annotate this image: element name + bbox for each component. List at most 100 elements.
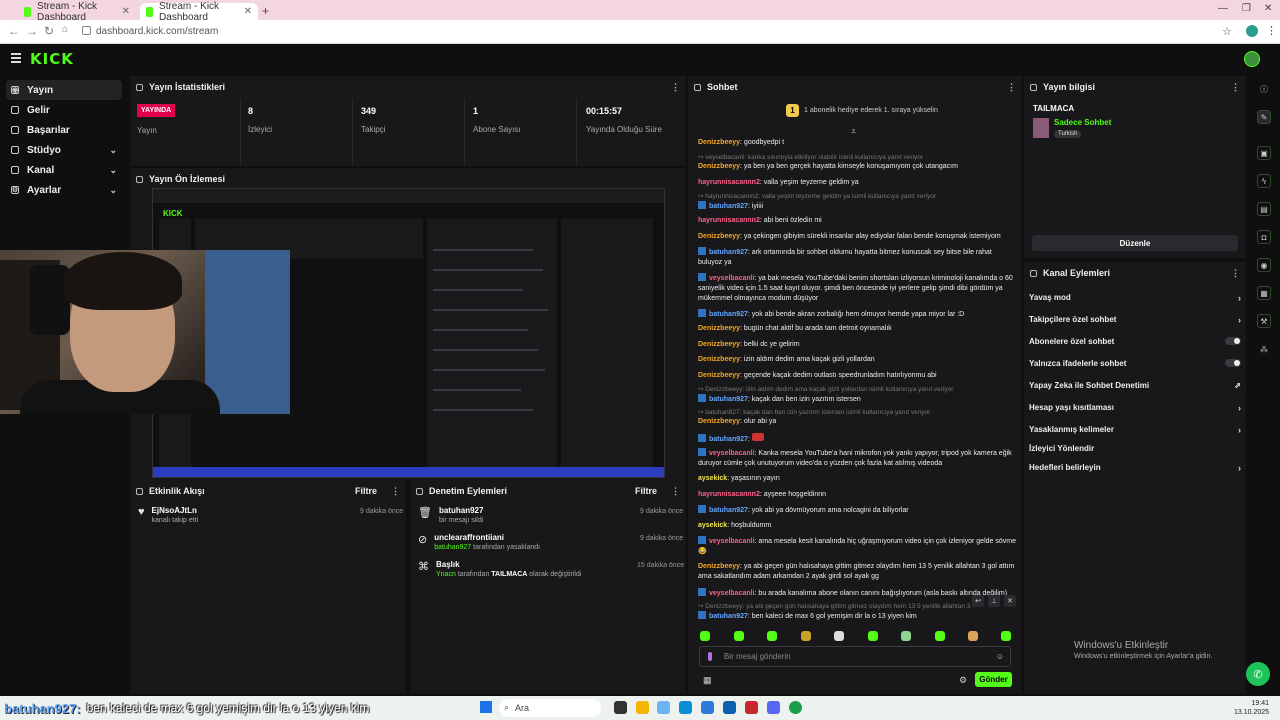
close-window-icon[interactable]: ✕ [1264,3,1272,14]
emote-icon[interactable] [834,631,844,641]
pin-collapse-icon[interactable]: ⩡ [851,126,856,137]
site-info-icon[interactable] [82,26,91,35]
taskbar-search[interactable]: ⌕ Ara [499,699,601,717]
hamburger-menu-icon[interactable] [11,53,21,63]
more-options-icon[interactable]: ⋮ [671,82,680,93]
more-options-icon[interactable]: ⋮ [1231,268,1240,279]
document-icon[interactable]: ▤ [1257,202,1271,216]
pin-icon[interactable]: ⊥ [988,595,1000,607]
sidebar-item-basarilar[interactable]: Başarılar [6,120,122,140]
reply-icon[interactable]: ↩ [972,595,984,607]
close-tab-icon[interactable]: ✕ [244,6,252,17]
more-options-icon[interactable]: ⋮ [1231,82,1240,93]
sidebar-item-studyo[interactable]: Stüdyo ⌄ [6,140,122,160]
home-icon[interactable]: ⌂ [62,24,68,35]
help-chat-button[interactable]: ✆ [1246,662,1270,686]
reload-icon[interactable]: ↻ [44,24,54,38]
kick-logo[interactable]: KICK [30,50,74,68]
emote-icon[interactable] [868,631,878,641]
broadcast-icon[interactable]: ◉ [1257,258,1271,272]
toggle-switch[interactable] [1225,337,1241,345]
chat-message-input[interactable]: Bir mesaj gönderin ☺ [699,646,1011,667]
store-icon[interactable] [701,701,714,714]
windows-start-icon[interactable] [480,701,492,713]
more-options-icon[interactable]: ⋮ [1007,82,1016,93]
moderation-user[interactable]: unclearaffrontiiani [434,533,540,542]
emote-icon[interactable] [700,631,710,641]
user-avatar[interactable] [1244,51,1260,67]
bookmark-star-icon[interactable]: ☆ [1222,25,1232,38]
moderation-user[interactable]: batuhan927 [439,506,483,515]
action-emote-only[interactable]: Yalnızca ifadelerle sohbet [1029,359,1241,368]
action-account-age[interactable]: Hesap yaşı kısıtlaması › [1029,403,1241,413]
chat-settings-icon[interactable]: ⚙ [959,675,967,686]
sidebar-item-yayin[interactable]: ◉ Yayın [6,80,122,100]
filter-button[interactable]: Filtre [355,486,377,496]
more-options-icon[interactable]: ⋮ [391,486,400,497]
send-button[interactable]: Gönder [975,672,1012,687]
maximize-icon[interactable]: ❐ [1242,3,1251,14]
info-icon[interactable]: ⓘ [1257,82,1271,96]
forward-icon[interactable]: → [26,24,38,38]
moderator-name[interactable]: Ynacn [436,571,456,578]
task-view-icon[interactable] [614,701,627,714]
back-icon[interactable]: ← [8,24,20,38]
edge-icon[interactable] [679,701,692,714]
browser-menu-icon[interactable]: ⋮ [1266,24,1277,37]
more-options-icon[interactable]: ⋮ [671,486,680,497]
browser-profile-avatar[interactable] [1246,25,1258,37]
store-icon[interactable]: ▦ [703,675,712,686]
event-user[interactable]: EjNsoAJtLn [152,506,199,515]
moderator-name[interactable]: batuhan927 [434,544,471,551]
emote-icon[interactable] [734,631,744,641]
sidebar-item-ayarlar[interactable]: ⚙ Ayarlar ⌄ [6,180,122,200]
emote-icon[interactable] [767,631,777,641]
action-goals[interactable]: Hedefleri belirleyin › [1029,463,1241,473]
address-bar[interactable]: dashboard.kick.com/stream [80,23,1230,40]
grid-icon[interactable]: ▦ [1257,286,1271,300]
emote-icon[interactable] [1001,631,1011,641]
wrench-icon[interactable]: ⚒ [1257,314,1271,328]
filter-button[interactable]: Filtre [635,486,657,496]
gift-banner[interactable]: 1 1 abonelik hediye ederek 1. sıraya yük… [786,104,938,117]
emote-icon[interactable] [801,631,811,641]
action-subscribers-only[interactable]: Abonelere özel sohbet [1029,337,1241,346]
emoji-icon[interactable]: ☺ [996,652,1004,661]
chat-message: batuhan927: ark ortamında bir sohbet old… [698,247,992,266]
rank-badge-icon: 1 [786,104,799,117]
action-ai-moderation[interactable]: Yapay Zeka ile Sohbet Denetimi ⇗ [1029,381,1241,390]
app-icon[interactable] [745,701,758,714]
delete-icon[interactable]: ✕ [1004,595,1016,607]
toggle-switch[interactable] [1225,359,1241,367]
emote-icon[interactable] [935,631,945,641]
new-tab-icon[interactable]: + [262,4,269,18]
chat-bubble-icon[interactable]: ◘ [1257,230,1271,244]
lightning-icon[interactable]: ϟ [1257,174,1271,188]
activation-title: Windows'u Etkinleştir [1074,640,1169,651]
taskbar-clock[interactable]: 19:41 13.10.2025 [1234,699,1269,717]
share-icon[interactable]: ⁂ [1257,342,1271,356]
emote-icon[interactable] [968,631,978,641]
outlook-icon[interactable] [723,701,736,714]
sidebar-item-gelir[interactable]: Gelir [6,100,122,120]
minimize-icon[interactable]: — [1218,3,1228,14]
microphone-icon[interactable] [708,652,712,661]
file-explorer-icon[interactable] [636,701,649,714]
app-icon[interactable] [657,701,670,714]
category-link[interactable]: Sadece Sohbet [1054,118,1111,127]
action-raid[interactable]: İzleyici Yönlendir [1029,444,1241,453]
chrome-icon[interactable] [789,701,802,714]
action-followers-only[interactable]: Takipçilere özel sohbet › [1029,315,1241,325]
emote-icon[interactable] [901,631,911,641]
discord-icon[interactable] [767,701,780,714]
action-slow-mode[interactable]: Yavaş mod › [1029,293,1241,303]
sidebar-item-kanal[interactable]: Kanal ⌄ [6,160,122,180]
close-tab-icon[interactable]: ✕ [122,6,130,17]
browser-tab-active[interactable]: Stream - Kick Dashboard ✕ [140,1,258,23]
edit-button[interactable]: Düzenle [1032,235,1238,251]
layout-icon[interactable]: ▣ [1257,146,1271,160]
browser-tab[interactable]: Stream - Kick Dashboard ✕ [18,1,136,23]
edit-icon[interactable]: ✎ [1257,110,1271,124]
category-thumbnail[interactable] [1033,118,1049,138]
action-banned-words[interactable]: Yasaklanmış kelimeler › [1029,425,1241,435]
